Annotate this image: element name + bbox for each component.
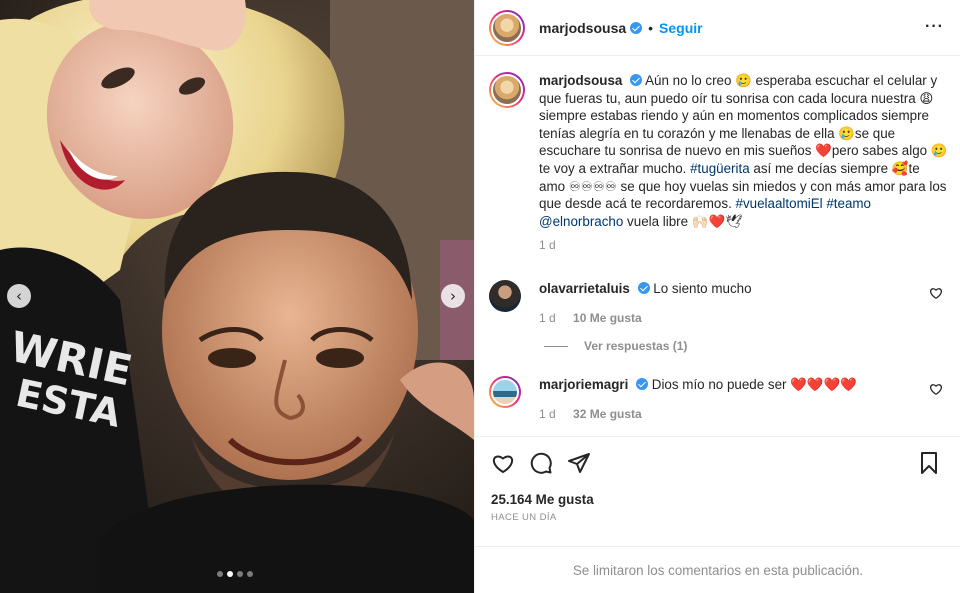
carousel-next-button[interactable]: › <box>441 284 465 308</box>
comment-bubble-icon[interactable] <box>529 451 553 475</box>
verified-badge-icon <box>637 282 650 294</box>
commenter-avatar[interactable] <box>489 280 521 312</box>
caption-username[interactable]: marjodsousa <box>539 73 622 88</box>
likes-count[interactable]: 25.164 Me gusta <box>491 492 594 507</box>
comment-text: Lo siento mucho <box>653 281 752 296</box>
more-options-icon[interactable]: ··· <box>925 18 944 36</box>
author-avatar[interactable] <box>489 9 525 46</box>
comments-limited-notice: Se limitaron los comentarios en esta pub… <box>475 546 960 593</box>
hashtag-vuelaaltomiel[interactable]: #vuelaaltomiEl <box>736 196 823 211</box>
comment-likes[interactable]: 10 Me gusta <box>573 311 642 325</box>
follow-button[interactable]: Seguir <box>659 20 703 36</box>
carousel-dot-active <box>227 571 233 577</box>
mention-elnorbracho[interactable]: @elnorbracho <box>539 214 623 229</box>
comment-text: Dios mío no puede ser ❤️❤️❤️❤️ <box>651 377 857 392</box>
carousel-prev-button[interactable]: ‹ <box>7 284 31 308</box>
post-sidebar: marjodsousa • Seguir ··· marjodsousa Aún… <box>474 0 960 593</box>
commenter-avatar[interactable] <box>489 376 521 408</box>
hashtag-tuguerita[interactable]: #tugüerita <box>690 161 750 176</box>
carousel-indicator <box>217 571 253 577</box>
author-username[interactable]: marjodsousa <box>539 20 626 36</box>
comment-item: olavarrietaluis Lo siento mucho 1 d 10 M… <box>489 280 945 327</box>
comment-like-heart-icon[interactable] <box>929 286 943 300</box>
carousel-dot <box>247 571 253 577</box>
replies-divider <box>544 345 568 347</box>
photo-illustration: WRIE ESTA <box>0 0 474 593</box>
separator-dot: • <box>648 19 654 36</box>
like-heart-icon[interactable] <box>491 451 515 475</box>
comment-time: 1 d <box>539 311 556 325</box>
post-actions: 25.164 Me gusta HACE UN DÍA <box>475 436 960 546</box>
carousel-dot <box>237 571 243 577</box>
post-photo[interactable]: WRIE ESTA ‹ › <box>0 0 474 593</box>
verified-badge-icon <box>636 378 649 390</box>
comment-item: marjoriemagri Dios mío no puede ser ❤️❤️… <box>489 376 945 423</box>
comment-likes[interactable]: 32 Me gusta <box>573 407 642 421</box>
caption-text-3: vuela libre 🙌🏻❤️🕊 <box>623 213 743 229</box>
post-timestamp: HACE UN DÍA <box>491 512 557 523</box>
caption-time: 1 d <box>539 238 556 253</box>
commenter-username[interactable]: marjoriemagri <box>539 377 628 392</box>
save-bookmark-icon[interactable] <box>917 451 941 475</box>
carousel-dot <box>217 571 223 577</box>
hashtag-teamo[interactable]: #teamo <box>826 196 871 211</box>
caption-author-avatar[interactable] <box>489 72 525 108</box>
comment-time: 1 d <box>539 407 556 421</box>
verified-badge-icon <box>630 74 643 86</box>
verified-badge-icon <box>630 21 643 34</box>
share-send-icon[interactable] <box>567 451 591 475</box>
view-replies-button[interactable]: Ver respuestas (1) <box>544 339 687 353</box>
post-header: marjodsousa • Seguir ··· <box>475 0 960 56</box>
comment-like-heart-icon[interactable] <box>929 382 943 396</box>
post-caption: marjodsousa Aún no lo creo 🥲 esperaba es… <box>489 72 949 255</box>
view-replies-label: Ver respuestas (1) <box>584 339 688 353</box>
commenter-username[interactable]: olavarrietaluis <box>539 281 630 296</box>
